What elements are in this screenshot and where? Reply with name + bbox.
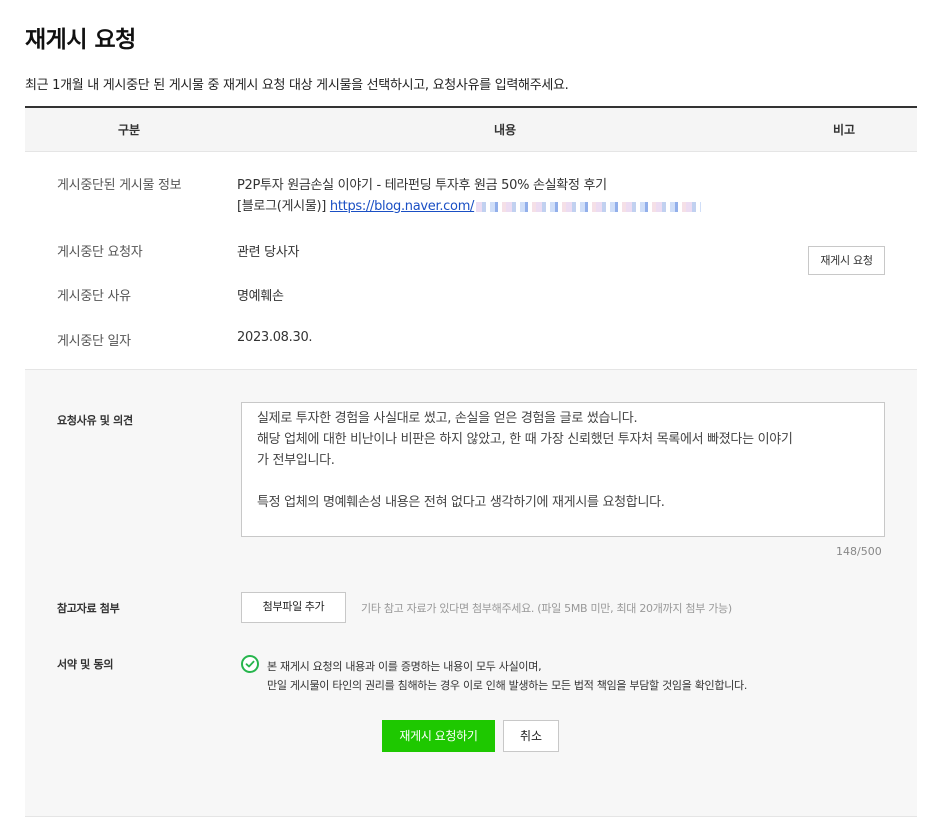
submit-repost-button[interactable]: 재게시 요청하기 xyxy=(382,720,495,752)
attach-label: 참고자료 첨부 xyxy=(57,602,120,615)
requester-label: 게시중단 요청자 xyxy=(57,245,143,260)
agreement-line: 만일 게시물이 타인의 권리를 침해하는 경우 이로 인해 발생하는 모든 법적… xyxy=(267,679,748,692)
add-attachment-button[interactable]: 첨부파일 추가 xyxy=(241,592,346,623)
cancel-button[interactable]: 취소 xyxy=(503,720,559,752)
page-title: 재게시 요청 xyxy=(25,27,136,53)
bottom-divider xyxy=(25,816,917,817)
post-title: P2P투자 원금손실 이야기 - 테라펀딩 투자후 원금 50% 손실확정 후기 xyxy=(237,178,607,193)
char-counter: 148/500 xyxy=(836,545,882,558)
agreement-text: 본 재게시 요청의 내용과 이를 증명하는 내용이 모두 사실이며, 만일 게시… xyxy=(267,657,747,695)
takedown-date-label: 게시중단 일자 xyxy=(57,334,131,349)
agreement-line: 본 재게시 요청의 내용과 이를 증명하는 내용이 모두 사실이며, xyxy=(267,660,542,673)
attach-hint: 기타 참고 자료가 있다면 첨부해주세요. (파일 5MB 미만, 최대 20개… xyxy=(361,602,732,615)
column-header-content: 내용 xyxy=(494,123,517,137)
opinion-line: 실제로 투자한 경험을 사실대로 썼고, 손실을 얻은 경험을 글로 썼습니다. xyxy=(257,411,638,426)
opinion-label: 요청사유 및 의견 xyxy=(57,414,133,427)
repost-request-button[interactable]: 재게시 요청 xyxy=(808,246,885,275)
opinion-textarea[interactable]: 실제로 투자한 경험을 사실대로 썼고, 손실을 얻은 경험을 글로 썼습니다.… xyxy=(241,402,885,537)
agreement-label: 서약 및 동의 xyxy=(57,658,114,671)
post-type: [블로그(게시물)] xyxy=(237,199,327,214)
opinion-line: 가 전부입니다. xyxy=(257,453,335,468)
post-link-row: [블로그(게시물)] https://blog.naver.com/ xyxy=(237,195,702,214)
opinion-line: 해당 업체에 대한 비난이나 비판은 하지 않았고, 한 때 가장 신뢰했던 투… xyxy=(257,432,793,447)
requester-value: 관련 당사자 xyxy=(237,245,300,260)
column-header-note: 비고 xyxy=(833,123,856,137)
takedown-reason-label: 게시중단 사유 xyxy=(57,289,131,304)
column-header-category: 구분 xyxy=(118,123,141,137)
post-info-label: 게시중단된 게시물 정보 xyxy=(57,178,182,193)
table-header: 구분 내용 비고 xyxy=(25,106,917,152)
check-circle-icon[interactable] xyxy=(241,655,259,673)
post-url-link[interactable]: https://blog.naver.com/ xyxy=(330,199,475,214)
takedown-date-value: 2023.08.30. xyxy=(237,330,313,345)
opinion-line xyxy=(257,471,884,492)
redacted-url-mask xyxy=(476,201,702,212)
page-description: 최근 1개월 내 게시중단 된 게시물 중 재게시 요청 대상 게시물을 선택하… xyxy=(25,78,569,93)
opinion-line: 특정 업체의 명예훼손성 내용은 전혀 없다고 생각하기에 재게시를 요청합니다… xyxy=(257,495,665,510)
takedown-reason-value: 명예훼손 xyxy=(237,289,284,304)
